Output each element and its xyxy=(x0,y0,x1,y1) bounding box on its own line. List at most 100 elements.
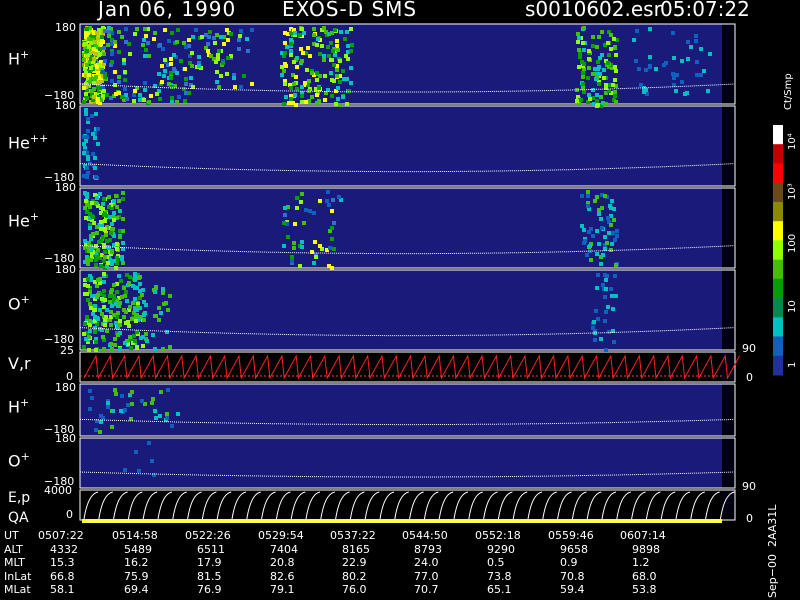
table-cell: 0552:18 xyxy=(475,529,521,542)
table-cell: 1.2 xyxy=(632,556,650,569)
instrument-title: EXOS-D SMS xyxy=(282,0,418,21)
table-row-label: InLat xyxy=(4,569,32,583)
table-cell: 9658 xyxy=(560,542,588,556)
table-cell: 53.8 xyxy=(632,583,657,596)
ytick-o1-top: 180 xyxy=(55,263,76,276)
panel-label-ep: E,p xyxy=(8,490,31,506)
panel-label-qa: QA xyxy=(8,510,29,526)
table-cell: 24.0 xyxy=(414,556,439,569)
colorbar-tick-1: 1 xyxy=(787,361,798,368)
ytick-o2-top: 180 xyxy=(55,432,76,445)
h1-spectra-early xyxy=(82,26,106,105)
table-cell: 17.9 xyxy=(197,556,222,569)
panel-label-h2: H+ xyxy=(8,396,30,417)
panel-bg-o2 xyxy=(80,438,735,488)
table-cell: 0544:50 xyxy=(402,529,448,542)
ytick-ep-bot: 0 xyxy=(66,508,73,521)
colorbar-segment xyxy=(773,221,783,241)
file-name: s0010602.esr xyxy=(525,0,662,21)
colorbar-segment xyxy=(773,240,783,261)
panel-bg-o1 xyxy=(80,270,735,350)
panel-bg-h2 xyxy=(80,384,735,436)
table-row-label: MLat xyxy=(4,583,31,596)
panel-gap-o2 xyxy=(722,438,735,488)
colorbar-tick-10000: 10⁴ xyxy=(787,133,798,150)
colorbar-segment xyxy=(773,355,783,376)
table-cell: 81.5 xyxy=(197,569,222,583)
table-cell: 77.0 xyxy=(414,569,439,583)
table-cell: 6511 xyxy=(197,542,225,556)
footer-id: Sep−00 2AA31L xyxy=(766,504,779,598)
table-cell: 0514:58 xyxy=(112,529,158,542)
table-cell: 75.9 xyxy=(124,569,149,583)
table-row-label: MLT xyxy=(4,556,25,569)
colorbar-unit: Ct/Smp xyxy=(783,73,794,110)
table-cell: 5489 xyxy=(124,542,152,556)
panel-label-he1: He+ xyxy=(8,210,40,231)
table-cell: 20.8 xyxy=(270,556,295,569)
panel-label-he2: He++ xyxy=(8,132,49,153)
panel-bg-ep xyxy=(80,490,735,520)
table-cell: 16.2 xyxy=(124,556,149,569)
ytick-vr-top: 25 xyxy=(60,344,74,357)
plot-area xyxy=(79,23,783,523)
table-cell: 79.1 xyxy=(270,583,295,596)
panel-label-h1: H+ xyxy=(8,48,30,69)
table-cell: 59.4 xyxy=(560,583,585,596)
colorbar-tick-1000: 10³ xyxy=(787,183,798,200)
panel-gap-h2 xyxy=(722,384,735,436)
table-cell: 0.9 xyxy=(560,556,578,569)
rtick-ep-top: 90 xyxy=(742,480,756,493)
table-cell: 70.8 xyxy=(560,569,585,583)
panel-gap-h1 xyxy=(722,24,735,104)
table-row-label: ALT xyxy=(4,542,23,556)
table-cell: 0.5 xyxy=(487,556,505,569)
table-cell: 0607:14 xyxy=(620,529,666,542)
panel-bg-h1 xyxy=(80,24,735,104)
colorbar-tick-100: 100 xyxy=(787,233,798,253)
rtick-vr-top: 90 xyxy=(742,342,756,355)
colorbar-segment xyxy=(773,336,783,357)
table-cell: 9290 xyxy=(487,542,515,556)
colorbar-segment xyxy=(773,182,783,203)
table-cell: 65.1 xyxy=(487,583,512,596)
table-cell: 7404 xyxy=(270,542,298,556)
table-cell: 70.7 xyxy=(414,583,439,596)
table-cell: 76.9 xyxy=(197,583,222,596)
colorbar-segment xyxy=(773,278,783,299)
table-cell: 68.0 xyxy=(632,569,657,583)
colorbar-segment xyxy=(773,125,783,145)
table-cell: 4332 xyxy=(50,542,78,556)
panel-label-vr: V,r xyxy=(8,354,31,373)
panel-label-o2: O+ xyxy=(8,450,30,471)
file-time: 05:07:22 xyxy=(660,0,750,21)
rtick-vr-bot: 0 xyxy=(746,371,753,384)
ytick-h1-top: 180 xyxy=(55,21,76,34)
table-cell: 22.9 xyxy=(342,556,367,569)
table-cell: 0559:46 xyxy=(548,529,594,542)
table-cell: 8165 xyxy=(342,542,370,556)
panel-gap-he2 xyxy=(722,106,735,186)
colorbar-tick-10: 10 xyxy=(787,300,798,313)
colorbar-segment xyxy=(773,144,783,164)
colorbar-segment xyxy=(773,201,783,222)
table-cell: 0507:22 xyxy=(38,529,84,542)
table-cell: 9898 xyxy=(632,542,660,556)
table-row-label: UT xyxy=(4,529,19,542)
table-cell: 15.3 xyxy=(50,556,75,569)
date-title: Jan 06, 1990 xyxy=(98,0,237,21)
panel-bg-he1 xyxy=(80,188,735,268)
table-cell: 73.8 xyxy=(487,569,512,583)
ytick-ep-top: 4000 xyxy=(44,484,72,497)
ytick-he2-top: 180 xyxy=(55,99,76,112)
colorbar-segment xyxy=(773,317,783,337)
table-cell: 66.8 xyxy=(50,569,75,583)
qa-bar xyxy=(82,519,722,523)
table-cell: 0529:54 xyxy=(258,529,304,542)
colorbar-segment xyxy=(773,163,783,184)
table-cell: 69.4 xyxy=(124,583,149,596)
table-cell: 58.1 xyxy=(50,583,75,596)
colorbar-segment xyxy=(773,259,783,280)
table-cell: 0522:26 xyxy=(185,529,231,542)
ytick-he1-top: 180 xyxy=(55,181,76,194)
